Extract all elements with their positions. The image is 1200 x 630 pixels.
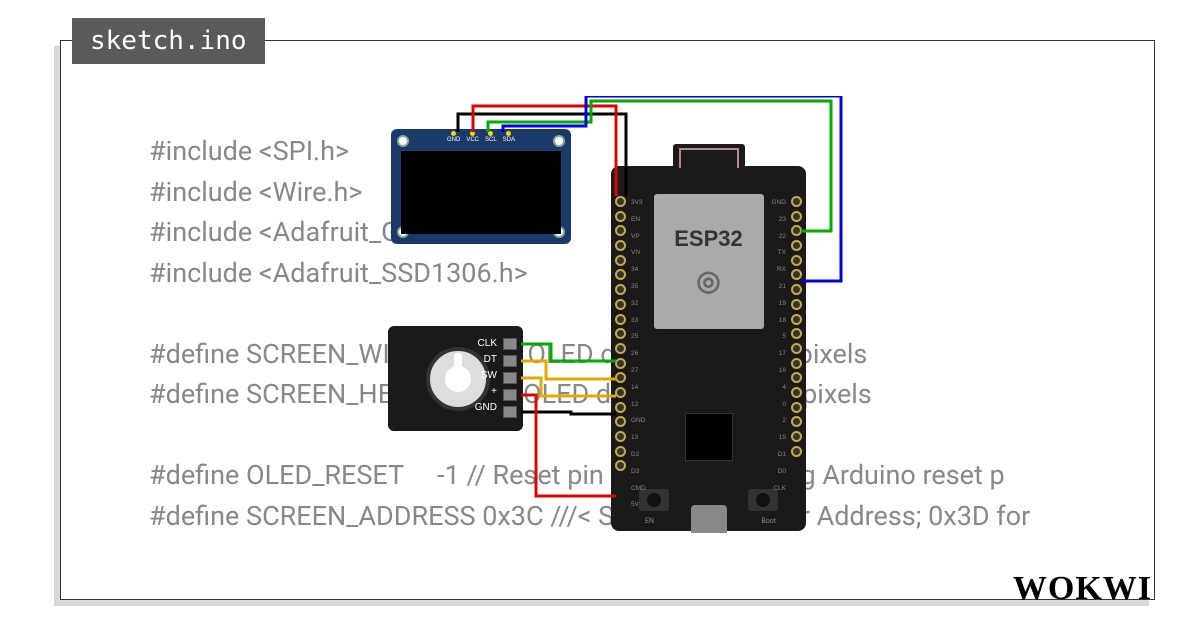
wire-oled-vcc <box>473 106 616 196</box>
file-tab-label: sketch.ino <box>90 26 247 56</box>
circuit-diagram[interactable]: GND VCC SCL SDA ESP32 ◎ EN Boot 3V3ENVPV… <box>391 96 921 536</box>
wire-oled-sda <box>503 96 841 281</box>
wire-enc-clk <box>521 344 616 361</box>
wire-enc-vcc <box>521 395 616 496</box>
wire-enc-sw <box>521 378 616 396</box>
wokwi-logo: WOKWI <box>1013 570 1152 608</box>
code-line: #include <SPI.h> <box>149 135 349 167</box>
wire-oled-scl <box>488 101 831 231</box>
wires-layer <box>391 96 921 536</box>
code-line: #include <Wire.h> <box>149 176 363 208</box>
file-tab[interactable]: sketch.ino <box>72 18 265 64</box>
wire-enc-dt <box>521 361 616 379</box>
project-card: #include <SPI.h> #include <Wire.h> #incl… <box>60 40 1155 600</box>
